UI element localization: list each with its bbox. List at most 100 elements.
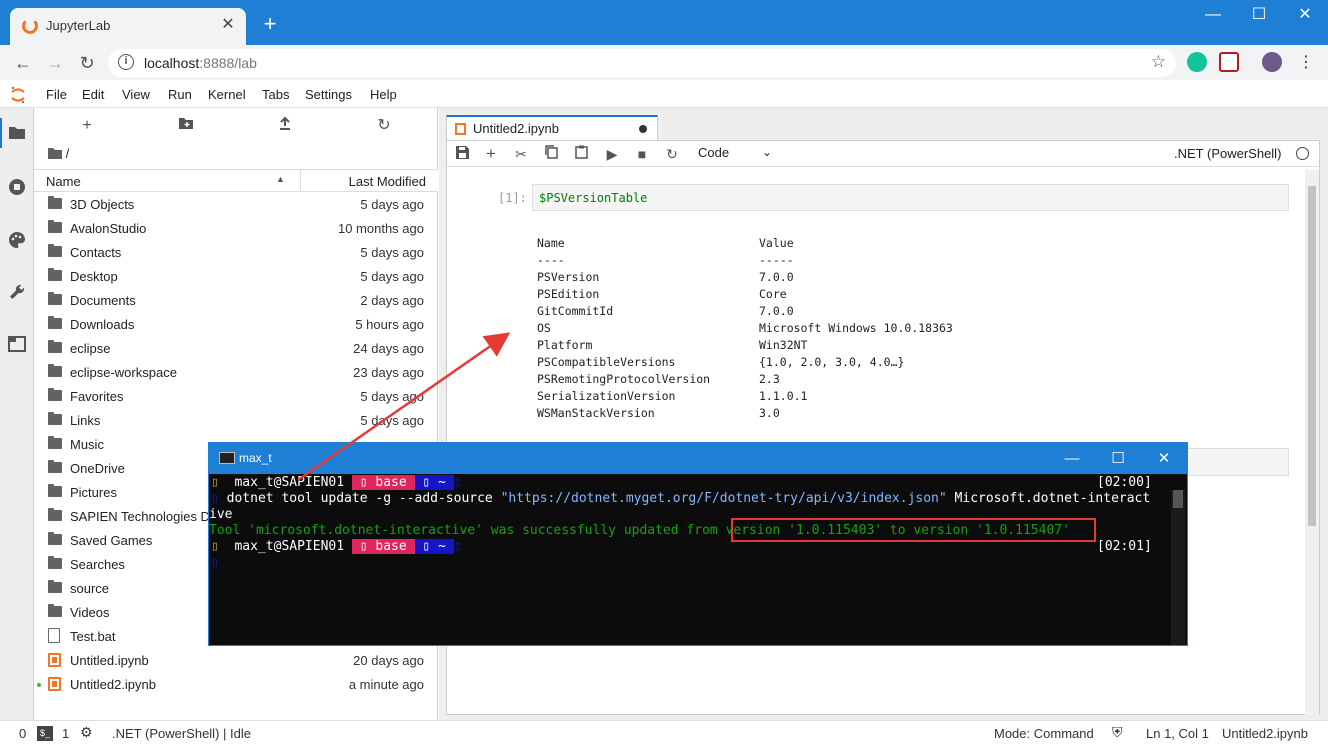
site-info-icon[interactable]: i: [118, 54, 134, 70]
cut-icon[interactable]: ✂: [512, 145, 530, 163]
code-cell-input[interactable]: $PSVersionTable: [532, 184, 1289, 211]
file-name: Favorites: [70, 389, 124, 404]
profile-avatar[interactable]: [1262, 52, 1282, 72]
file-row[interactable]: Documents 2 days ago: [34, 289, 438, 313]
terminal-window[interactable]: max_t — ☐ ✕ ▯ max_t@SAPIEN01 ▯ base ▯ ~ …: [208, 442, 1188, 646]
copy-icon[interactable]: [542, 145, 560, 163]
kernel-status-text[interactable]: .NET (PowerShell) | Idle: [112, 726, 251, 741]
output-value: 1.1.0.1: [759, 389, 808, 403]
wrench-icon[interactable]: [7, 283, 27, 303]
palette-icon[interactable]: [7, 231, 27, 251]
close-tab-icon[interactable]: ✕: [218, 15, 238, 35]
shield-icon[interactable]: ⛨: [1112, 724, 1123, 741]
reload-button[interactable]: ↻: [74, 50, 100, 76]
cursor-position[interactable]: Ln 1, Col 1: [1146, 726, 1209, 741]
prompt-env-segment-2: ▯ base: [351, 539, 415, 554]
file-name: Videos: [70, 605, 110, 620]
terminal-scrollbar-thumb[interactable]: [1173, 490, 1183, 508]
forward-button[interactable]: →: [42, 50, 68, 76]
file-row[interactable]: Untitled.ipynb 20 days ago: [34, 649, 438, 673]
file-name: Desktop: [70, 269, 118, 284]
menu-run[interactable]: Run: [168, 87, 192, 102]
terminal-close-button[interactable]: ✕: [1141, 443, 1187, 474]
browser-tab[interactable]: JupyterLab ✕: [10, 8, 246, 45]
menu-help[interactable]: Help: [370, 87, 397, 102]
notebook-icon: [48, 677, 61, 691]
menu-tabs[interactable]: Tabs: [262, 87, 289, 102]
file-row[interactable]: 3D Objects 5 days ago: [34, 193, 438, 217]
file-modified: 5 days ago: [360, 389, 424, 404]
output-key: PSCompatibleVersions: [537, 355, 676, 369]
upload-button[interactable]: [275, 116, 295, 136]
file-row[interactable]: Downloads 5 hours ago: [34, 313, 438, 337]
url-field[interactable]: i localhost:8888/lab ☆: [108, 49, 1176, 77]
grammarly-extension-icon[interactable]: [1187, 52, 1207, 72]
refresh-button[interactable]: ↻: [374, 116, 394, 136]
breadcrumb[interactable]: /: [48, 146, 69, 161]
folder-icon: [48, 388, 62, 401]
prompt-time-2: [02:01]: [1097, 539, 1152, 554]
file-name: Links: [70, 413, 101, 428]
restart-kernel-icon[interactable]: ↻: [663, 145, 681, 163]
file-row[interactable]: AvalonStudio 10 months ago: [34, 217, 438, 241]
output-key: WSManStackVersion: [537, 406, 655, 420]
file-browser-icon[interactable]: [7, 124, 27, 144]
file-name: Test.bat: [70, 629, 116, 644]
terminal-title: max_t: [239, 451, 272, 465]
notebook-tab[interactable]: Untitled2.ipynb: [446, 115, 658, 140]
menu-kernel[interactable]: Kernel: [208, 87, 246, 102]
menu-settings[interactable]: Settings: [305, 87, 352, 102]
save-icon[interactable]: [453, 145, 471, 163]
file-row[interactable]: Untitled2.ipynb a minute ago: [34, 673, 438, 697]
stop-icon[interactable]: ■: [633, 145, 651, 163]
terminal-minimize-button[interactable]: —: [1049, 443, 1095, 474]
pdf-extension-icon[interactable]: [1219, 52, 1239, 72]
file-row[interactable]: eclipse-workspace 23 days ago: [34, 361, 438, 385]
new-folder-button[interactable]: [176, 116, 196, 136]
browser-menu-icon[interactable]: ⋮: [1298, 52, 1314, 72]
terminal-scrollbar[interactable]: [1171, 490, 1185, 645]
output-dash: -----: [759, 253, 794, 267]
menu-file[interactable]: File: [46, 87, 67, 102]
output-header-name: Name: [537, 236, 565, 250]
column-name-header[interactable]: Name: [46, 174, 81, 189]
terminal-maximize-button[interactable]: ☐: [1095, 443, 1141, 474]
file-row[interactable]: Favorites 5 days ago: [34, 385, 438, 409]
file-row[interactable]: eclipse 24 days ago: [34, 337, 438, 361]
folder-icon: [48, 412, 62, 425]
terminal-titlebar[interactable]: max_t — ☐ ✕: [209, 443, 1187, 474]
file-row[interactable]: Desktop 5 days ago: [34, 265, 438, 289]
run-icon[interactable]: ▶: [603, 145, 621, 163]
column-modified-header[interactable]: Last Modified: [349, 174, 426, 189]
file-name: eclipse-workspace: [70, 365, 177, 380]
back-button[interactable]: ←: [10, 50, 36, 76]
paste-icon[interactable]: [572, 145, 590, 163]
maximize-window-button[interactable]: ☐: [1236, 0, 1282, 30]
tabs-icon[interactable]: [7, 336, 27, 356]
menu-edit[interactable]: Edit: [82, 87, 104, 102]
running-sessions-icon[interactable]: [7, 178, 27, 198]
kernel-name[interactable]: .NET (PowerShell): [1174, 146, 1281, 161]
kernel-count[interactable]: 1: [62, 726, 69, 741]
cell-type-value: Code: [698, 145, 730, 160]
menu-view[interactable]: View: [122, 87, 150, 102]
file-name: Pictures: [70, 485, 117, 500]
folder-icon: [48, 148, 62, 159]
new-tab-button[interactable]: +: [258, 12, 282, 36]
close-window-button[interactable]: ✕: [1282, 0, 1328, 30]
minimize-window-button[interactable]: —: [1190, 0, 1236, 30]
bookmark-star-icon[interactable]: ☆: [1151, 52, 1166, 72]
file-row[interactable]: Contacts 5 days ago: [34, 241, 438, 265]
running-count[interactable]: 0: [19, 726, 26, 741]
scrollbar-thumb[interactable]: [1308, 186, 1316, 526]
prompt-user-2: max_t@SAPIEN01: [234, 539, 345, 554]
insert-cell-icon[interactable]: +: [482, 145, 500, 163]
folder-icon: [48, 436, 62, 449]
prompt-dir-segment: ▯ ~: [414, 475, 454, 490]
new-launcher-button[interactable]: +: [77, 116, 97, 136]
folder-icon: [48, 292, 62, 305]
unsaved-indicator-icon[interactable]: [639, 125, 647, 133]
cell-type-dropdown[interactable]: Code ⌄: [698, 145, 772, 160]
notebook-scrollbar[interactable]: [1305, 170, 1319, 715]
file-row[interactable]: Links 5 days ago: [34, 409, 438, 433]
